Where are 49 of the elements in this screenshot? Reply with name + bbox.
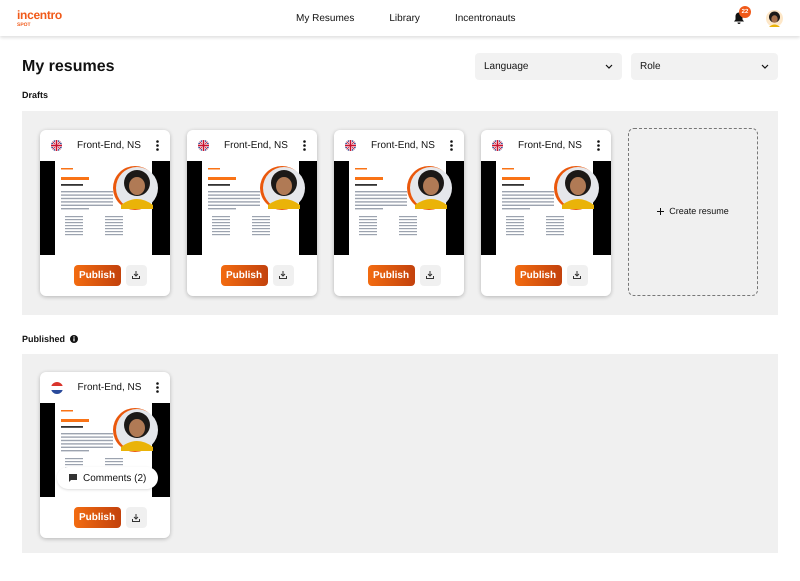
resume-title: Front-End, NS [76, 138, 142, 152]
resume-title: Front-End, NS [76, 381, 142, 395]
nav-link[interactable]: My Resumes [296, 10, 354, 26]
comment-icon [69, 474, 77, 482]
chevron-down-icon [605, 64, 613, 69]
resume-title: Front-End, NS [370, 138, 436, 152]
dropdown-placeholder: Language [484, 60, 530, 74]
uk-flag-icon [51, 140, 62, 150]
download-icon [573, 271, 581, 279]
more-options-icon[interactable] [156, 140, 159, 150]
download-icon [132, 271, 140, 279]
resume-title: Front-End, NS [517, 138, 583, 152]
filter-dropdown[interactable]: Role [631, 53, 778, 80]
download-button[interactable] [126, 507, 146, 528]
chevron-down-icon [761, 64, 769, 69]
comments-button[interactable]: Comments (2) [57, 467, 158, 489]
uk-flag-icon [345, 140, 356, 150]
download-button[interactable] [126, 264, 146, 286]
publish-button[interactable]: Publish [514, 264, 562, 286]
download-icon [279, 271, 287, 279]
publish-button[interactable]: Publish [220, 264, 268, 286]
resume-title: Front-End, NS [223, 138, 289, 152]
more-options-icon[interactable] [597, 140, 600, 150]
publish-button[interactable]: Publish [74, 507, 120, 528]
download-icon [132, 514, 140, 522]
more-options-icon[interactable] [303, 140, 306, 150]
nav-link[interactable]: Incentronauts [454, 10, 516, 26]
download-button[interactable] [566, 264, 588, 286]
dutch-flag-icon [51, 382, 63, 394]
avatar-icon[interactable] [766, 10, 783, 26]
notification-bell-icon[interactable] [734, 12, 744, 24]
page-title: My resumes [22, 56, 116, 76]
filter-dropdown[interactable]: Language [475, 53, 622, 80]
publish-button[interactable]: Publish [368, 264, 414, 286]
more-options-icon[interactable] [450, 140, 453, 150]
nav-link[interactable]: Library [389, 10, 420, 26]
info-icon[interactable] [70, 335, 78, 344]
publish-button[interactable]: Publish [74, 264, 120, 286]
download-icon [426, 271, 434, 279]
download-button[interactable] [420, 264, 440, 286]
plus-icon [657, 208, 664, 215]
uk-flag-icon [492, 140, 503, 150]
section-label: Drafts [22, 89, 50, 102]
download-button[interactable] [272, 264, 294, 286]
uk-flag-icon [198, 140, 209, 150]
section-label: Published [22, 332, 66, 346]
more-options-icon[interactable] [156, 382, 159, 393]
dropdown-placeholder: Role [640, 60, 662, 74]
create-resume-button[interactable]: Create resume [628, 128, 758, 296]
